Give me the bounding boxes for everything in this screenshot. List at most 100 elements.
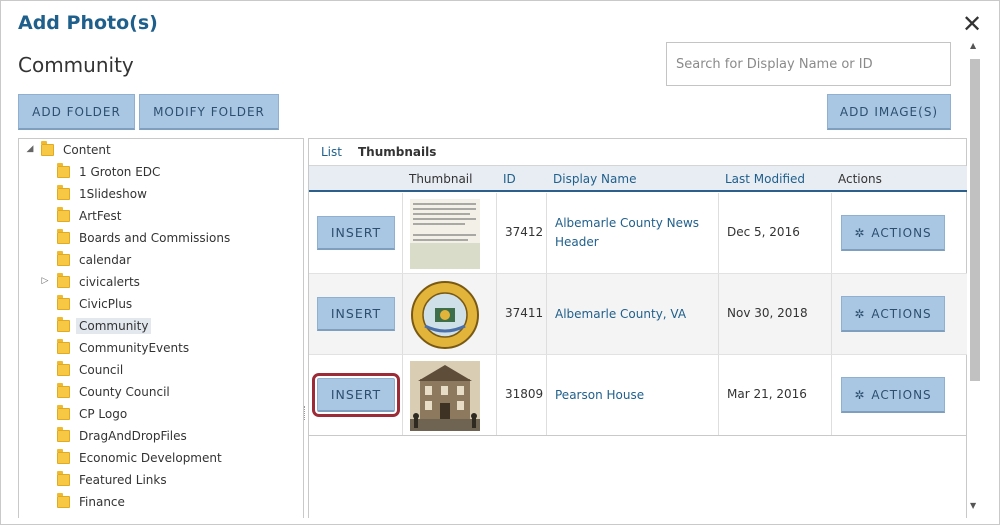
display-name-line: Albemarle County, VA xyxy=(555,307,687,321)
close-icon[interactable]: ✕ xyxy=(962,11,982,37)
tree-item-label: Council xyxy=(79,363,124,377)
table-row: INSERT 31809 Pearson House Mar 21, 2016 … xyxy=(309,355,967,436)
gear-icon: ✲ xyxy=(854,306,866,321)
document-thumbnail xyxy=(410,199,480,269)
image-id: 37411 xyxy=(505,306,544,320)
county-seal-thumbnail xyxy=(410,280,480,350)
scroll-thumb[interactable] xyxy=(970,59,980,381)
folder-icon xyxy=(57,185,70,200)
tree-item-economic-development[interactable]: Economic Development xyxy=(57,448,225,468)
tree-item-calendar[interactable]: calendar xyxy=(57,250,134,270)
folder-icon xyxy=(57,361,70,376)
expand-arrow-icon[interactable]: ▷ xyxy=(40,276,50,286)
tree-item-civicalerts[interactable]: civicalerts xyxy=(57,272,143,292)
tree-item-label: County Council xyxy=(79,385,170,399)
folder-icon xyxy=(57,207,70,222)
table-row: INSERT 37412 Albemarle County News Heade… xyxy=(309,193,967,274)
tree-item-label: CivicPlus xyxy=(79,297,133,311)
folder-icon xyxy=(57,493,70,508)
image-id: 31809 xyxy=(505,387,544,401)
actions-label: ACTIONS xyxy=(871,306,932,321)
vertical-scrollbar[interactable]: ▲ ▼ xyxy=(967,41,983,519)
column-header-thumbnail: Thumbnail xyxy=(409,172,473,186)
tree-item-1slideshow[interactable]: 1Slideshow xyxy=(57,184,150,204)
tree-item-council[interactable]: Council xyxy=(57,360,126,380)
folder-icon xyxy=(57,295,70,310)
folder-icon xyxy=(41,141,54,156)
tree-item-label: civicalerts xyxy=(79,275,140,289)
pane-splitter[interactable] xyxy=(304,406,307,420)
actions-button[interactable]: ✲ ACTIONS xyxy=(841,215,945,251)
tree-item-content[interactable]: Content xyxy=(41,140,114,160)
tree-item-artfest[interactable]: ArtFest xyxy=(57,206,124,226)
scroll-down-arrow-icon[interactable]: ▼ xyxy=(970,501,976,510)
tree-item-community[interactable]: Community xyxy=(57,316,152,336)
collapse-arrow-icon[interactable]: ◢ xyxy=(25,144,35,154)
tree-item-featured-links[interactable]: Featured Links xyxy=(57,470,170,490)
folder-icon xyxy=(57,427,70,442)
display-name-line: Header xyxy=(555,235,599,249)
folder-icon xyxy=(57,339,70,354)
table-row: INSERT 37411 Albemarle County, VA Nov 30… xyxy=(309,274,967,355)
add-photos-dialog: Add Photo(s) ✕ Community ADD FOLDER MODI… xyxy=(0,0,1000,525)
view-tabs: List Thumbnails xyxy=(309,139,966,166)
folder-icon xyxy=(57,229,70,244)
add-folder-button[interactable]: ADD FOLDER xyxy=(18,94,135,130)
last-modified: Dec 5, 2016 xyxy=(727,225,800,239)
tree-item-label: Economic Development xyxy=(79,451,222,465)
tree-item-label: Boards and Commissions xyxy=(79,231,231,245)
actions-button[interactable]: ✲ ACTIONS xyxy=(841,377,945,413)
tree-item-label: CP Logo xyxy=(79,407,128,421)
insert-button[interactable]: INSERT xyxy=(317,216,395,250)
column-header-last-modified[interactable]: Last Modified xyxy=(725,172,805,186)
gear-icon: ✲ xyxy=(854,225,866,240)
gear-icon: ✲ xyxy=(854,387,866,402)
tree-item-label: Finance xyxy=(79,495,125,509)
tree-item-1-groton-edc[interactable]: 1 Groton EDC xyxy=(57,162,163,182)
insert-button[interactable]: INSERT xyxy=(312,373,400,417)
folder-icon xyxy=(57,449,70,464)
insert-button[interactable]: INSERT xyxy=(317,297,395,331)
tree-item-draganddropfiles[interactable]: DragAndDropFiles xyxy=(57,426,190,446)
current-folder-title: Community xyxy=(18,53,134,77)
display-name-link[interactable]: Albemarle County News Header xyxy=(555,214,705,252)
tree-item-label: Content xyxy=(63,143,111,157)
folder-tree: ◢ Content 1 Groton EDC 1Slideshow ArtFes… xyxy=(18,138,304,518)
column-header-actions: Actions xyxy=(838,172,882,186)
column-header-display-name[interactable]: Display Name xyxy=(553,172,636,186)
tree-item-label: Community xyxy=(76,318,152,334)
display-name-link[interactable]: Albemarle County, VA xyxy=(555,305,705,324)
tree-item-label: 1Slideshow xyxy=(79,187,147,201)
tree-item-communityevents[interactable]: CommunityEvents xyxy=(57,338,192,358)
folder-icon xyxy=(57,383,70,398)
actions-label: ACTIONS xyxy=(871,225,932,240)
tree-item-label: CommunityEvents xyxy=(79,341,190,355)
tree-item-civicplus[interactable]: CivicPlus xyxy=(57,294,135,314)
display-name-line: Pearson House xyxy=(555,388,645,402)
folder-icon xyxy=(57,273,70,288)
display-name-line: Albemarle County News xyxy=(555,216,700,230)
last-modified: Mar 21, 2016 xyxy=(727,387,807,401)
tree-item-label: calendar xyxy=(79,253,132,267)
display-name-link[interactable]: Pearson House xyxy=(555,386,705,405)
tree-item-cp-logo[interactable]: CP Logo xyxy=(57,404,130,424)
tree-item-boards-and-commissions[interactable]: Boards and Commissions xyxy=(57,228,233,248)
image-id: 37412 xyxy=(505,225,544,239)
folder-icon xyxy=(57,163,70,178)
open-folder-icon xyxy=(57,317,70,332)
tree-item-county-council[interactable]: County Council xyxy=(57,382,173,402)
column-header-id[interactable]: ID xyxy=(503,172,516,186)
modify-folder-button[interactable]: MODIFY FOLDER xyxy=(139,94,279,130)
tree-item-finance[interactable]: Finance xyxy=(57,492,128,512)
search-input[interactable] xyxy=(666,42,951,86)
actions-label: ACTIONS xyxy=(871,387,932,402)
tab-thumbnails[interactable]: Thumbnails xyxy=(358,145,436,159)
tree-item-label: Featured Links xyxy=(79,473,167,487)
table-header: Thumbnail ID Display Name Last Modified … xyxy=(309,166,967,192)
scroll-up-arrow-icon[interactable]: ▲ xyxy=(970,41,976,50)
actions-button[interactable]: ✲ ACTIONS xyxy=(841,296,945,332)
tab-list[interactable]: List xyxy=(321,145,342,159)
folder-icon xyxy=(57,405,70,420)
add-images-button[interactable]: ADD IMAGE(S) xyxy=(827,94,951,130)
image-list-pane: List Thumbnails Thumbnail ID Display Nam… xyxy=(308,138,967,518)
